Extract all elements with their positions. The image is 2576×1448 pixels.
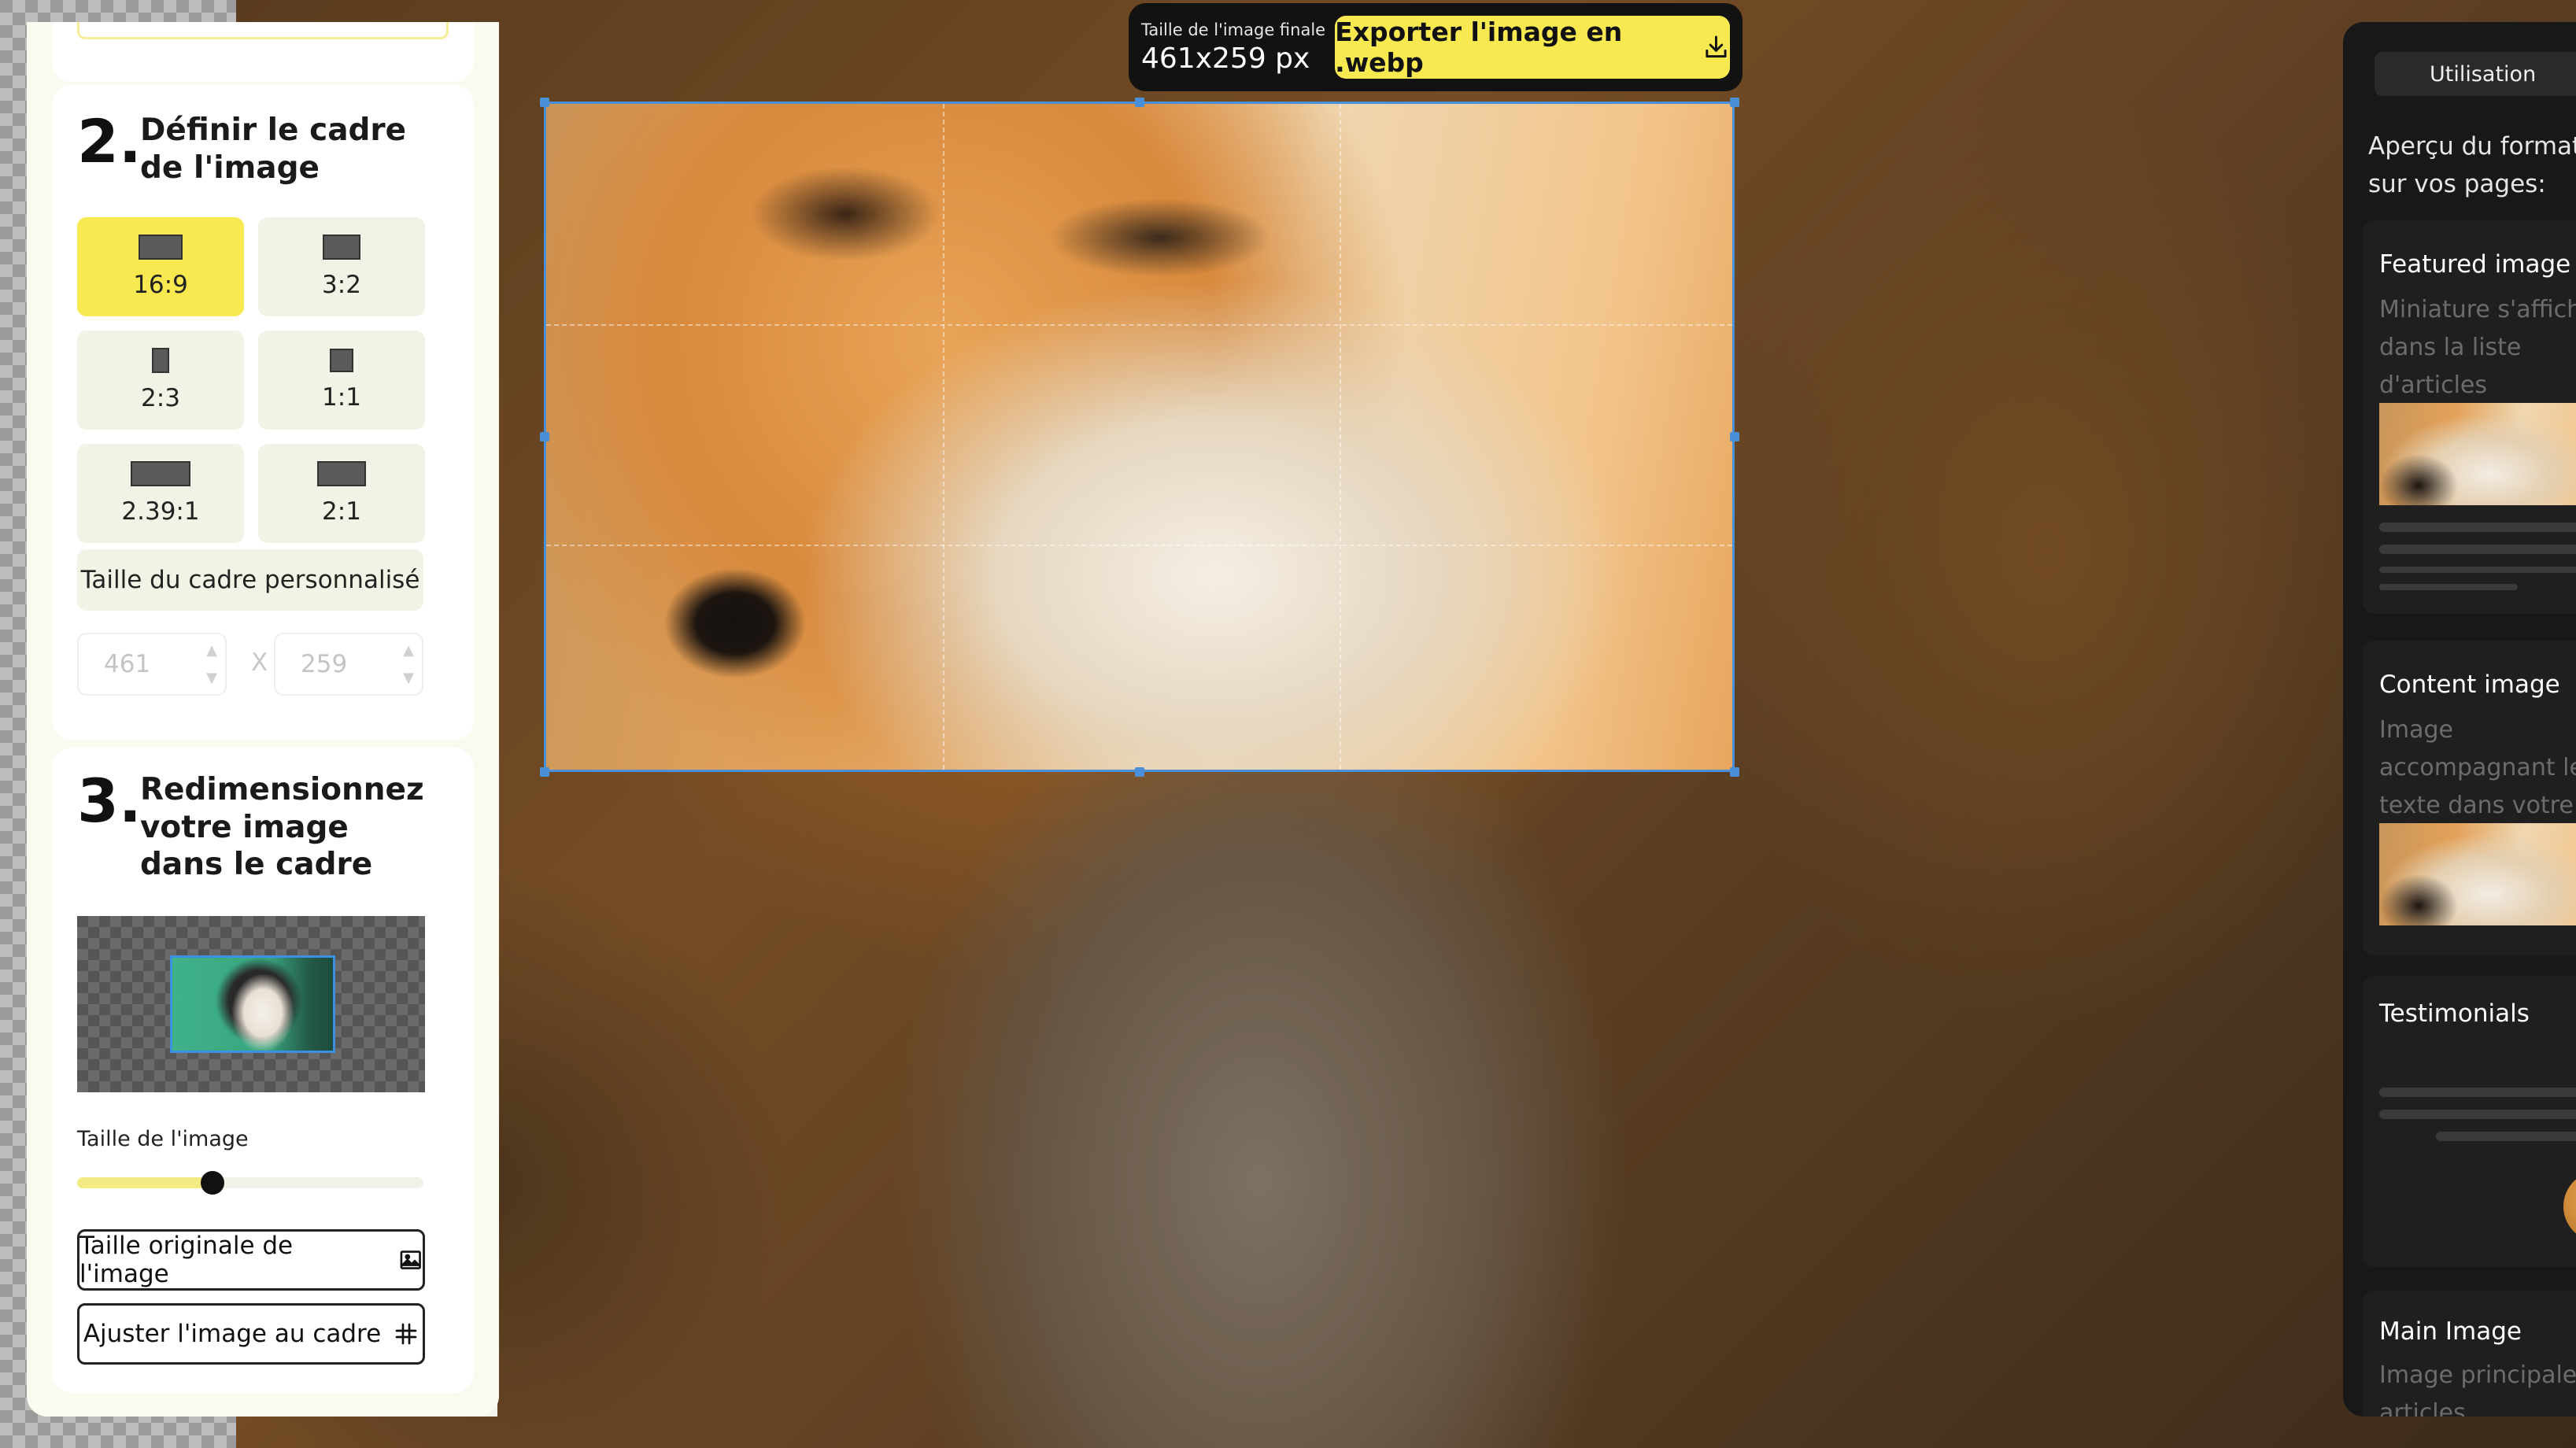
card-description: Miniature s'affichant dans la liste d'ar… [2379, 296, 2576, 399]
step1-panel-edge [77, 22, 449, 39]
slider-fill [77, 1177, 213, 1188]
crop-grid-line [1340, 104, 1341, 770]
crop-icon [395, 1323, 417, 1345]
ratio-button-3-2[interactable]: 3:2 [258, 217, 425, 316]
ratio-2-39-1-icon [131, 461, 190, 486]
card-title: Main Image [2379, 1317, 2522, 1346]
card-title: Featured image [2379, 250, 2571, 279]
card-description: Image principale des articles [2379, 1361, 2576, 1417]
usage-preview-heading: Aperçu du format sur vos pages: [2368, 132, 2576, 199]
placeholder-line [2379, 584, 2518, 590]
card-title: Content image [2379, 670, 2560, 699]
image-size-label: Taille de l'image [77, 1127, 249, 1151]
final-size-label: Taille de l'image finale [1141, 20, 1326, 39]
top-toolbar: Taille de l'image finale 461x259 px Expo… [1129, 3, 1743, 91]
export-button[interactable]: Exporter l'image en .webp [1335, 16, 1730, 79]
step3-number: 3. [77, 766, 142, 836]
main-image-card[interactable]: Main Image Image principale des articles [2362, 1291, 2576, 1417]
crop-handle-bottom-right[interactable] [1730, 767, 1739, 777]
step2-panel: 2. Définir le cadre de l'image 16:9 3:2 … [52, 85, 474, 740]
crop-handle-top[interactable] [1135, 98, 1144, 107]
placeholder-line [2379, 567, 2576, 573]
ratio-button-2-1[interactable]: 2:1 [258, 444, 425, 543]
crop-grid-line [943, 104, 944, 770]
placeholder-line [2379, 523, 2576, 532]
final-size-info: Taille de l'image finale 461x259 px [1141, 20, 1327, 75]
crop-grid-line [546, 324, 1732, 326]
ratio-16-9-icon [139, 235, 183, 260]
fit-to-frame-label: Ajuster l'image au cadre [83, 1320, 382, 1348]
step3-header: 3. Redimensionnez votre image dans le ca… [77, 771, 439, 884]
final-size-value: 461x259 px [1141, 42, 1310, 75]
testimonials-card[interactable]: Testimonials [2362, 976, 2576, 1267]
usage-panel: Utilisation Aperçu du format sur vos pag… [2343, 22, 2576, 1417]
ratio-label: 1:1 [322, 383, 361, 412]
crop-handle-right[interactable] [1730, 432, 1739, 441]
original-size-label: Taille originale de l'image [79, 1232, 294, 1288]
content-image-thumbnail [2379, 823, 2576, 925]
chevron-up-down-icon[interactable]: ▲ ▼ [206, 642, 217, 686]
download-icon [1706, 35, 1727, 58]
placeholder-line [2379, 1088, 2576, 1097]
ratio-2-3-icon [152, 348, 169, 373]
crop-handle-top-left[interactable] [540, 98, 549, 107]
step3-title: Redimensionnez votre image dans le cadre [140, 772, 424, 883]
ratio-label: 2.39:1 [121, 497, 200, 526]
preview-image[interactable] [170, 955, 335, 1053]
placeholder-line [2379, 545, 2576, 554]
content-image-card[interactable]: Content image Image accompagnant le text… [2362, 641, 2576, 955]
ratio-3-2-icon [323, 235, 360, 260]
frame-height-input[interactable]: 259 ▲ ▼ [274, 633, 423, 696]
step2-title: Définir le cadre de l'image [140, 113, 407, 186]
step1-panel-bottom [52, 22, 474, 82]
step2-header: 2. Définir le cadre de l'image [77, 106, 439, 187]
placeholder-line [2379, 1110, 2576, 1119]
frame-width-input[interactable]: 461 ▲ ▼ [77, 633, 227, 696]
fit-to-frame-button[interactable]: Ajuster l'image au cadre [77, 1303, 425, 1365]
card-title: Testimonials [2379, 999, 2530, 1028]
step3-panel: 3. Redimensionnez votre image dans le ca… [52, 748, 474, 1393]
crop-handle-left[interactable] [540, 432, 549, 441]
ratio-button-16-9[interactable]: 16:9 [77, 217, 244, 316]
times-sign: X [251, 648, 268, 677]
custom-frame-size-button[interactable]: Taille du cadre personnalisé [77, 549, 423, 611]
crop-grid-line [546, 545, 1732, 546]
image-size-slider[interactable] [77, 1171, 423, 1195]
image-icon [400, 1250, 421, 1269]
ratio-1-1-icon [330, 349, 353, 372]
ratio-label: 2:3 [141, 384, 180, 412]
export-button-label: Exporter l'image en .webp [1335, 17, 1623, 78]
usage-tab[interactable]: Utilisation [2375, 52, 2576, 96]
featured-image-thumbnail [2379, 403, 2576, 505]
ratio-label: 2:1 [322, 497, 361, 526]
ratio-button-2-39-1[interactable]: 2.39:1 [77, 444, 244, 543]
frame-height-value: 259 [301, 650, 348, 678]
crop-handle-top-right[interactable] [1730, 98, 1739, 107]
resize-preview[interactable] [77, 916, 425, 1092]
ratio-label: 16:9 [133, 271, 188, 299]
avatar [2563, 1171, 2576, 1242]
ratio-2-1-icon [317, 461, 366, 486]
chevron-up-down-icon[interactable]: ▲ ▼ [403, 642, 414, 686]
crop-handle-bottom[interactable] [1135, 767, 1144, 777]
original-size-button[interactable]: Taille originale de l'image [77, 1229, 425, 1291]
featured-image-card[interactable]: Featured image Miniature s'affichant dan… [2362, 220, 2576, 614]
crop-frame[interactable] [544, 102, 1735, 772]
ratio-button-2-3[interactable]: 2:3 [77, 331, 244, 430]
slider-thumb[interactable] [200, 1171, 224, 1195]
crop-handle-bottom-left[interactable] [540, 767, 549, 777]
step2-number: 2. [77, 106, 142, 176]
ratio-label: 3:2 [322, 271, 361, 299]
frame-width-value: 461 [104, 650, 151, 678]
ratio-button-1-1[interactable]: 1:1 [258, 331, 425, 430]
placeholder-line [2436, 1132, 2576, 1141]
left-sidebar: 2. Définir le cadre de l'image 16:9 3:2 … [27, 22, 499, 1417]
